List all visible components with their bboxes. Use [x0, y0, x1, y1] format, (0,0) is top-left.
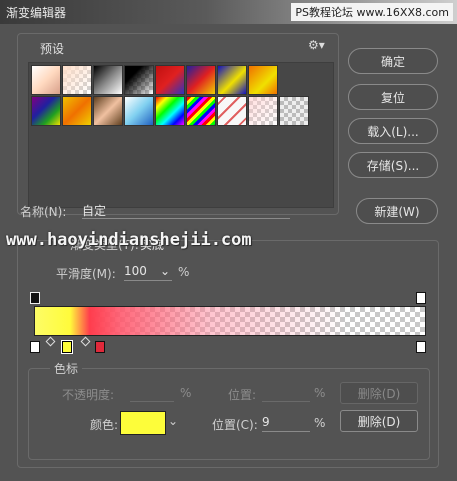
watermark-middle: www.haoyindianshejii.com [6, 230, 252, 250]
opacity-location-field [262, 385, 310, 402]
gear-icon[interactable]: ⚙▾ [308, 38, 325, 52]
color-location-unit: % [314, 416, 326, 430]
color-stop-red[interactable] [95, 341, 105, 353]
chevron-down-icon[interactable]: ⌄ [168, 414, 178, 428]
preset-swatch[interactable] [93, 96, 123, 126]
reset-button[interactable]: 复位 [348, 84, 438, 110]
opacity-label: 不透明度: [62, 388, 115, 402]
smoothness-field[interactable]: 100 ⌄ [124, 264, 172, 281]
opacity-stop-right[interactable] [416, 292, 426, 304]
preset-swatch[interactable] [124, 65, 154, 95]
color-swatch[interactable] [120, 411, 166, 435]
preset-swatch[interactable] [31, 65, 61, 95]
preset-swatch[interactable] [155, 96, 185, 126]
smoothness-label: 平滑度(M): [56, 267, 116, 281]
window-title: 渐变编辑器 [6, 6, 67, 20]
preset-swatch[interactable] [279, 96, 309, 126]
watermark-top: PS教程论坛 www.16XX8.com [291, 3, 453, 21]
preset-swatch[interactable] [155, 65, 185, 95]
preset-swatch[interactable] [124, 96, 154, 126]
chevron-down-icon[interactable]: ⌄ [160, 264, 170, 278]
load-button[interactable]: 载入(L)... [348, 118, 438, 144]
preset-swatch[interactable] [62, 65, 92, 95]
gradient-bar[interactable] [34, 306, 426, 336]
preset-swatch[interactable] [186, 65, 216, 95]
name-field[interactable]: 自定 [82, 202, 290, 219]
color-delete-button[interactable]: 删除(D) [340, 410, 418, 432]
presets-label: 预设 [40, 42, 65, 56]
smoothness-unit: % [178, 265, 190, 279]
opacity-location-unit: % [314, 386, 326, 400]
name-label: 名称(N): [20, 205, 67, 219]
preset-swatch[interactable] [62, 96, 92, 126]
color-stop-yellow[interactable] [62, 341, 72, 353]
stops-label: 色标 [50, 360, 83, 377]
color-location-label: 位置(C): [212, 418, 258, 432]
opacity-location-label: 位置: [228, 388, 257, 402]
opacity-delete-button[interactable]: 删除(D) [340, 382, 418, 404]
preset-swatch[interactable] [186, 96, 216, 126]
color-swatch-fill [121, 412, 165, 434]
smoothness-value: 100 [124, 264, 147, 278]
ok-button[interactable]: 确定 [348, 48, 438, 74]
opacity-stop-left[interactable] [30, 292, 40, 304]
opacity-field [130, 385, 174, 402]
preset-swatch[interactable] [31, 96, 61, 126]
preset-swatch[interactable] [217, 96, 247, 126]
save-button[interactable]: 存储(S)... [348, 152, 438, 178]
preset-swatch[interactable] [248, 65, 278, 95]
opacity-unit: % [180, 386, 192, 400]
color-stop-end[interactable] [416, 341, 426, 353]
new-button[interactable]: 新建(W) [356, 198, 438, 224]
preset-grid [28, 62, 334, 208]
preset-swatch[interactable] [248, 96, 278, 126]
preset-swatch[interactable] [217, 65, 247, 95]
color-label: 颜色: [90, 418, 119, 432]
preset-swatch[interactable] [93, 65, 123, 95]
color-location-field[interactable]: 9 [262, 415, 310, 432]
color-stop-white[interactable] [30, 341, 40, 353]
